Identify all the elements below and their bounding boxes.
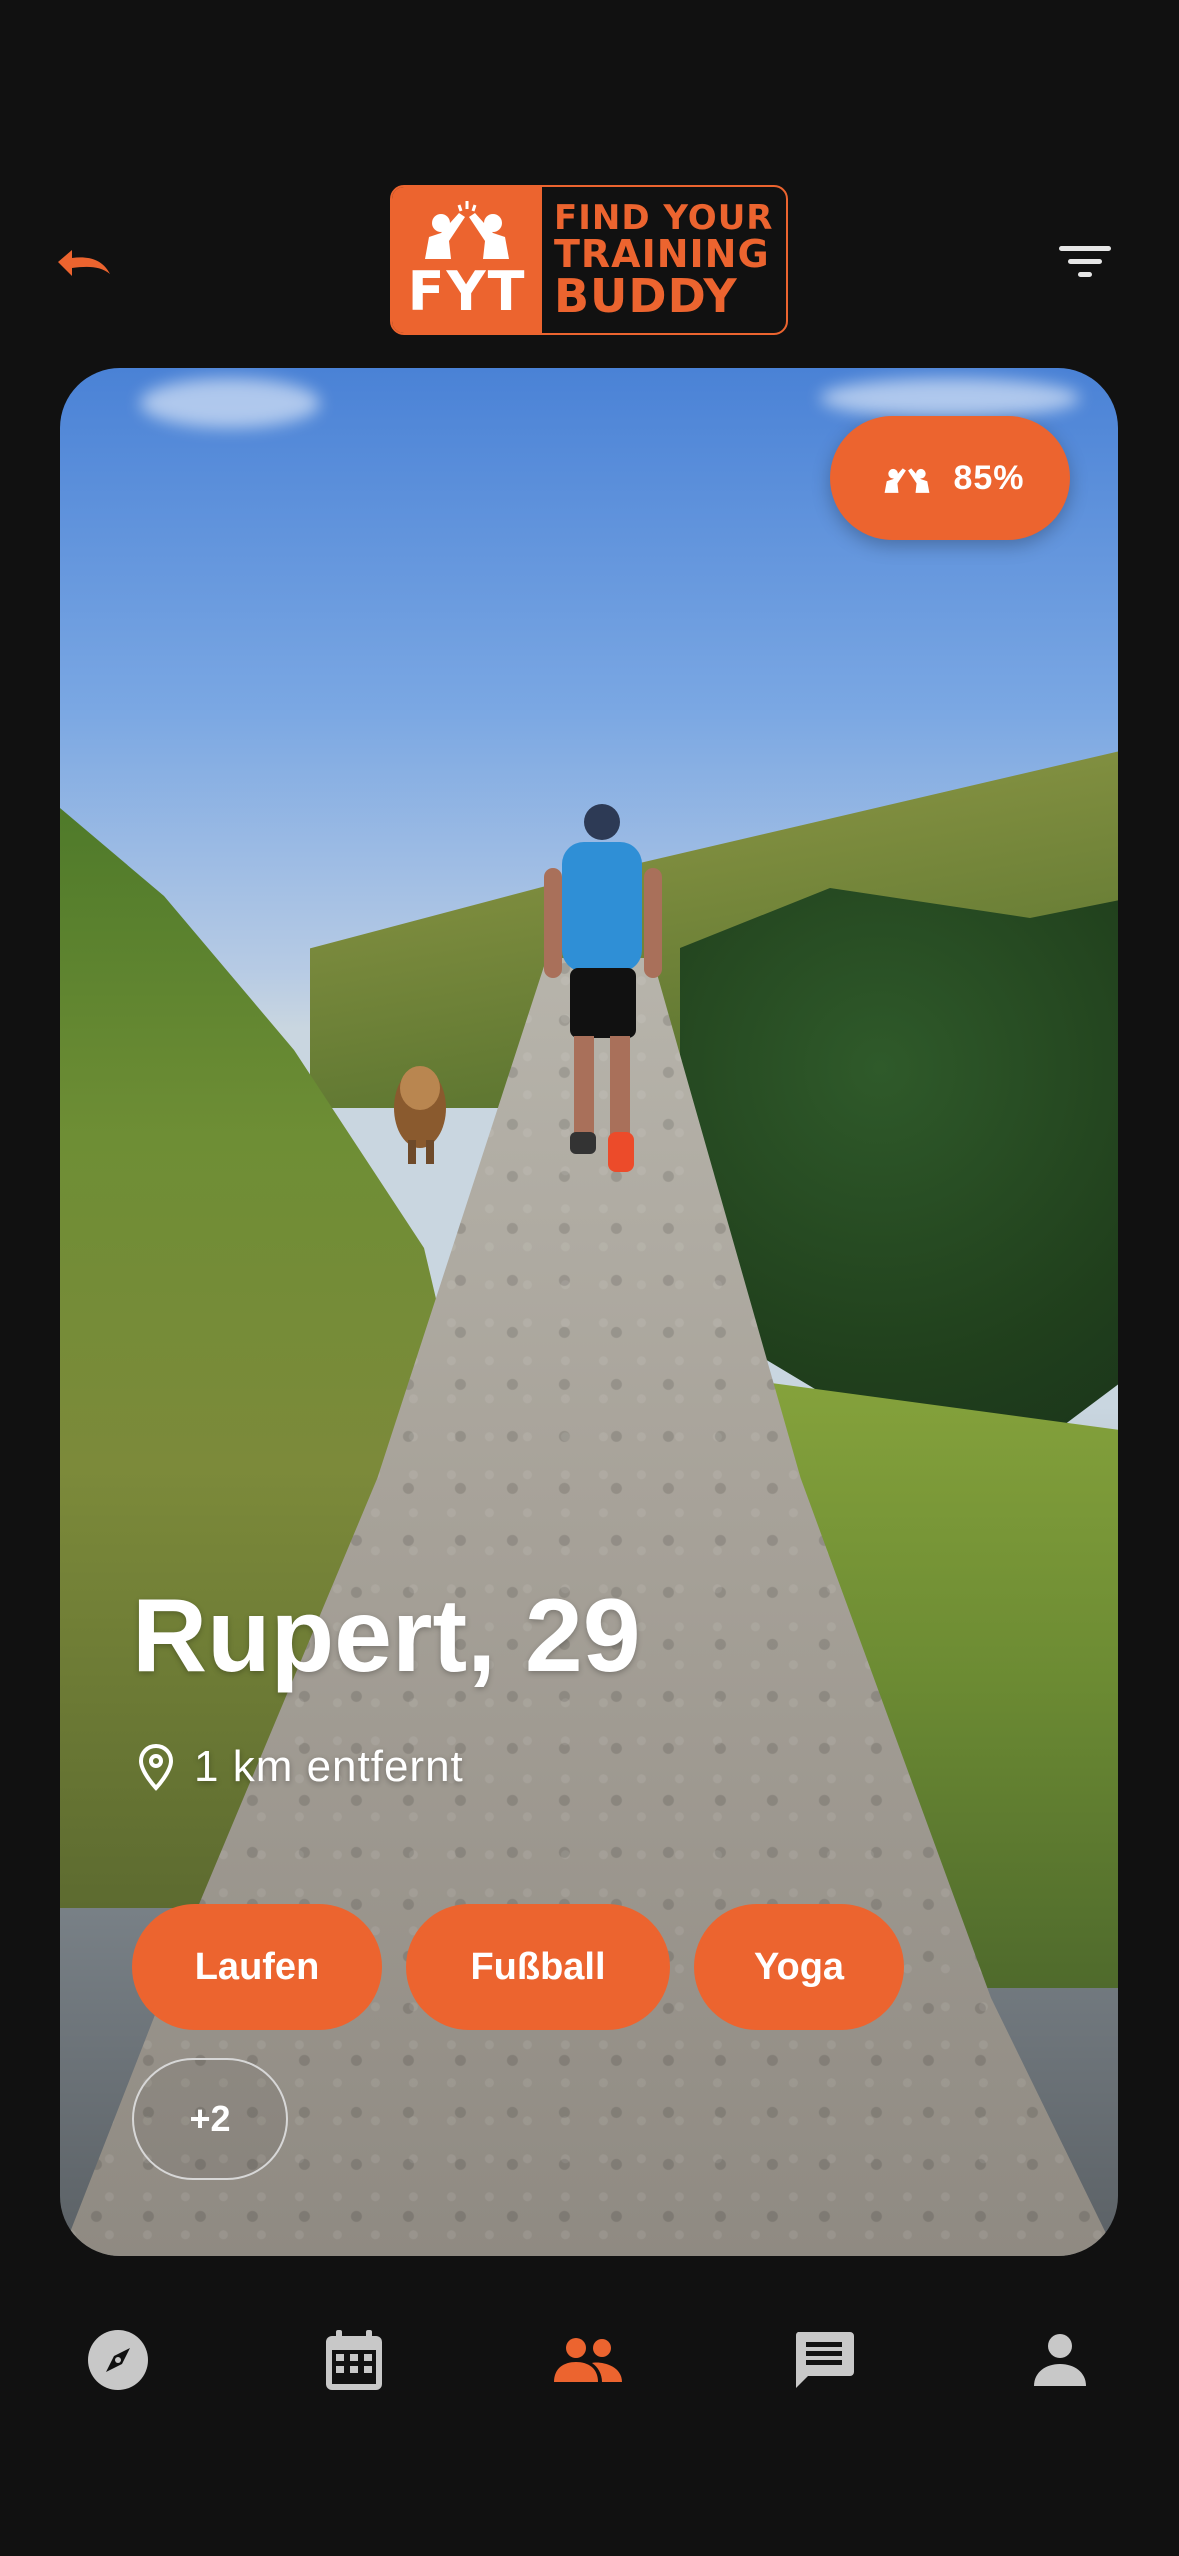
high-five-icon	[885, 468, 930, 493]
nav-discover[interactable]	[78, 2320, 158, 2400]
back-button[interactable]	[48, 232, 120, 292]
match-percent: 85%	[953, 458, 1025, 497]
app-logo: FYT FIND YOUR TRAINING BUDDY	[390, 185, 788, 335]
match-badge: 85%	[830, 416, 1070, 540]
distance-row: 1 km entfernt	[138, 1742, 464, 1792]
filter-icon	[1059, 246, 1111, 277]
logo-line-2: TRAINING	[554, 232, 770, 276]
nav-calendar[interactable]	[314, 2320, 394, 2400]
people-icon	[554, 2338, 622, 2382]
profile-card[interactable]: 85% Rupert, 29 1 km entfernt Laufen Fußb…	[60, 368, 1118, 2256]
high-five-icon	[425, 201, 509, 259]
hiker-figure	[544, 804, 662, 1172]
chat-icon	[795, 2332, 854, 2388]
more-sports-chip[interactable]: +2	[132, 2058, 288, 2180]
dog-figure	[394, 1066, 446, 1164]
sport-chip-laufen[interactable]: Laufen	[132, 1904, 382, 2030]
compass-icon	[88, 2330, 148, 2390]
person-icon	[1034, 2334, 1086, 2386]
nav-profile[interactable]	[1020, 2320, 1100, 2400]
undo-arrow-icon	[58, 250, 110, 276]
sport-chip-yoga[interactable]: Yoga	[694, 1904, 904, 2030]
distance-text: 1 km entfernt	[194, 1742, 464, 1791]
nav-chat[interactable]	[784, 2320, 864, 2400]
filter-button[interactable]	[1050, 232, 1120, 292]
logo-mark: FYT	[407, 260, 527, 323]
calendar-icon	[326, 2330, 382, 2390]
nav-buddies[interactable]	[548, 2320, 628, 2400]
profile-name-age: Rupert, 29	[132, 1578, 641, 1694]
location-pin-icon	[138, 1743, 174, 1791]
logo-line-3: BUDDY	[554, 269, 738, 323]
sport-chip-fussball[interactable]: Fußball	[406, 1904, 670, 2030]
logo-badge: FYT	[392, 187, 542, 333]
logo-line-1: FIND YOUR	[554, 198, 774, 238]
